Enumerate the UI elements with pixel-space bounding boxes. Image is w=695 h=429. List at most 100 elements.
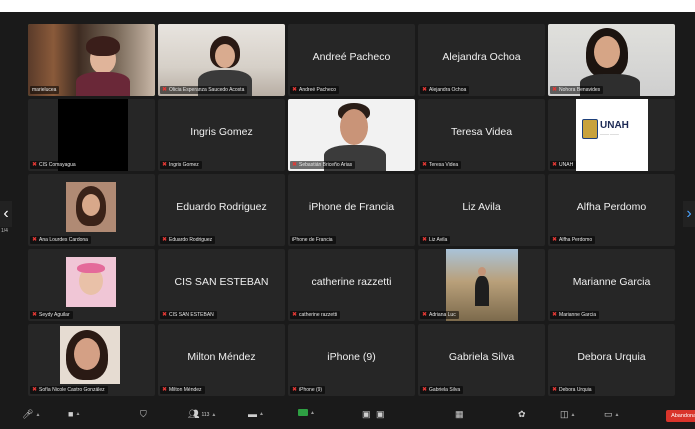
- participant-tile[interactable]: Alejandra Ochoa ✖ Alejandra Ochoa: [418, 24, 545, 96]
- participant-name: Sebastián Briceño Arias: [299, 162, 353, 168]
- participant-tile[interactable]: iPhone de Francia iPhone de Francia: [288, 174, 415, 246]
- record-icon: ▣: [362, 409, 371, 419]
- whiteboard-icon: ◫: [560, 409, 569, 419]
- participant-display-name: Liz Avila: [462, 201, 501, 213]
- muted-microphone-icon: ✖: [292, 312, 298, 318]
- participant-display-name: catherine razzetti: [311, 276, 392, 288]
- muted-microphone-icon: ✖: [32, 387, 38, 393]
- participant-tile[interactable]: ✖ Adriana Luc: [418, 249, 545, 321]
- grid-icon: ▦: [455, 409, 464, 419]
- mute-button[interactable]: 🎤︎ ▲: [22, 409, 40, 420]
- participant-tile[interactable]: iPhone (9) ✖ iPhone (9): [288, 324, 415, 396]
- share-screen-icon: [298, 409, 308, 416]
- participant-name: Andreé Pacheco: [299, 87, 337, 93]
- participant-display-name: Gabriela Silva: [448, 351, 515, 363]
- participant-name-tag: ✖ Milton Méndez: [160, 386, 205, 394]
- participant-tile[interactable]: Andreé Pacheco ✖ Andreé Pacheco: [288, 24, 415, 96]
- muted-microphone-icon: ✖: [162, 387, 168, 393]
- participant-tile[interactable]: Eduardo Rodriguez ✖ Eduardo Rodriguez: [158, 174, 285, 246]
- participant-tile[interactable]: Liz Avila ✖ Liz Avila: [418, 174, 545, 246]
- unah-logo: UNAH ——— ———: [576, 99, 648, 171]
- participant-grid: marielucea ✖ Olicia Esperanza Saucedo Acos…: [28, 24, 675, 396]
- participant-tile[interactable]: Milton Méndez ✖ Milton Méndez: [158, 324, 285, 396]
- security-button[interactable]: ⛉: [140, 409, 147, 420]
- participant-display-name: iPhone (9): [327, 351, 376, 363]
- participant-tile[interactable]: catherine razzetti ✖ catherine razzetti: [288, 249, 415, 321]
- participant-display-name: Milton Méndez: [187, 351, 256, 363]
- participant-name-tag: ✖ iPhone (9): [290, 386, 326, 394]
- participant-tile[interactable]: ✖ Ana Lourdes Cardona: [28, 174, 155, 246]
- leave-meeting-button[interactable]: Abandonar: [666, 410, 695, 422]
- participants-button[interactable]: 👥︎ 113 ▲: [188, 409, 216, 420]
- participant-name: Seydy Aguilar: [39, 312, 70, 318]
- chevron-up-icon[interactable]: ▲: [571, 412, 576, 418]
- participant-tile[interactable]: ✖ CIS Comayagua: [28, 99, 155, 171]
- participant-tile[interactable]: ✖ Sofía Nicole Castro González: [28, 324, 155, 396]
- muted-microphone-icon: ✖: [422, 87, 428, 93]
- chevron-up-icon[interactable]: ▲: [35, 412, 40, 418]
- muted-microphone-icon: ✖: [162, 312, 168, 318]
- participant-tile[interactable]: CIS SAN ESTEBAN ✖ CIS SAN ESTEBAN: [158, 249, 285, 321]
- reactions-button[interactable]: ▦: [455, 409, 464, 420]
- participant-tile[interactable]: Debora Urquia ✖ Debora Urquia: [548, 324, 675, 396]
- muted-microphone-icon: ✖: [162, 237, 168, 243]
- chevron-up-icon[interactable]: ▲: [259, 411, 264, 417]
- participant-name: UNAH: [559, 162, 574, 168]
- muted-microphone-icon: ✖: [162, 87, 168, 93]
- chevron-up-icon[interactable]: ▲: [615, 412, 620, 418]
- participant-tile[interactable]: UNAH ——— ——— ✖ UNAH: [548, 99, 675, 171]
- participant-tile[interactable]: ✖ Sebastián Briceño Arias: [288, 99, 415, 171]
- participant-tile[interactable]: ✖ Nohora Benavides: [548, 24, 675, 96]
- participant-display-name: Eduardo Rodriguez: [176, 201, 267, 213]
- participant-tile[interactable]: Teresa Videa ✖ Teresa Videa: [418, 99, 545, 171]
- next-page-arrow[interactable]: ›: [683, 201, 695, 227]
- breakout-rooms-icon: ▣: [376, 409, 385, 419]
- participant-tile[interactable]: Alfha Perdomo ✖ Alfha Perdomo: [548, 174, 675, 246]
- participant-name: catherine razzetti: [299, 312, 338, 318]
- participant-name: Olicia Esperanza Saucedo Acosta: [169, 87, 245, 93]
- participant-display-name: Ingris Gomez: [190, 126, 253, 138]
- more-button[interactable]: ▭ ▲: [604, 409, 619, 420]
- muted-microphone-icon: ✖: [552, 237, 558, 243]
- participant-display-name: CIS SAN ESTEBAN: [174, 276, 269, 288]
- chevron-up-icon[interactable]: ▲: [211, 412, 216, 418]
- participant-tile[interactable]: Marianne Garcia ✖ Marianne Garcia: [548, 249, 675, 321]
- unah-logo-text: UNAH: [600, 120, 629, 131]
- chat-button[interactable]: ▬ ▲: [248, 409, 264, 419]
- muted-microphone-icon: ✖: [552, 387, 558, 393]
- muted-microphone-icon: ✖: [292, 87, 298, 93]
- share-screen-button[interactable]: ▲: [298, 409, 315, 416]
- participant-tile[interactable]: ✖ Seydy Aguilar: [28, 249, 155, 321]
- participant-display-name: Debora Urquia: [577, 351, 646, 363]
- participant-tile[interactable]: marielucea: [28, 24, 155, 96]
- muted-microphone-icon: ✖: [32, 237, 38, 243]
- muted-microphone-icon: ✖: [422, 312, 428, 318]
- participant-name-tag: ✖ Gabriela Silva: [420, 386, 464, 394]
- previous-page-arrow[interactable]: ‹: [0, 201, 12, 227]
- muted-microphone-icon: ✖: [292, 387, 298, 393]
- participant-name-tag: ✖ Alfha Perdomo: [550, 236, 596, 244]
- participant-name-tag: ✖ CIS SAN ESTEBAN: [160, 311, 217, 319]
- participant-display-name: Andreé Pacheco: [312, 51, 391, 63]
- participant-name: Milton Méndez: [169, 387, 202, 393]
- muted-microphone-icon: ✖: [422, 162, 428, 168]
- participant-tile[interactable]: Ingris Gomez ✖ Ingris Gomez: [158, 99, 285, 171]
- participant-name: Alfha Perdomo: [559, 237, 593, 243]
- participant-name: Ingris Gomez: [169, 162, 199, 168]
- chat-icon: ▬: [248, 409, 257, 419]
- unah-logo-subtitle: ——— ———: [600, 132, 619, 136]
- participant-name-tag: ✖ Sebastián Briceño Arias: [290, 161, 356, 169]
- apps-button[interactable]: ✿: [518, 409, 526, 420]
- chevron-up-icon[interactable]: ▲: [75, 411, 80, 417]
- breakout-rooms-button[interactable]: ▣: [376, 409, 385, 420]
- participant-tile[interactable]: Gabriela Silva ✖ Gabriela Silva: [418, 324, 545, 396]
- chevron-up-icon[interactable]: ▲: [310, 410, 315, 416]
- participant-name: Nohora Benavides: [559, 87, 601, 93]
- record-button[interactable]: ▣: [362, 409, 371, 420]
- chevron-left-icon: ‹: [3, 205, 9, 222]
- whiteboard-button[interactable]: ◫ ▲: [560, 409, 575, 420]
- microphone-icon: 🎤︎: [22, 409, 34, 419]
- video-button[interactable]: ■ ▲: [68, 409, 80, 419]
- participant-tile[interactable]: ✖ Olicia Esperanza Saucedo Acosta: [158, 24, 285, 96]
- participant-photo: [60, 326, 120, 384]
